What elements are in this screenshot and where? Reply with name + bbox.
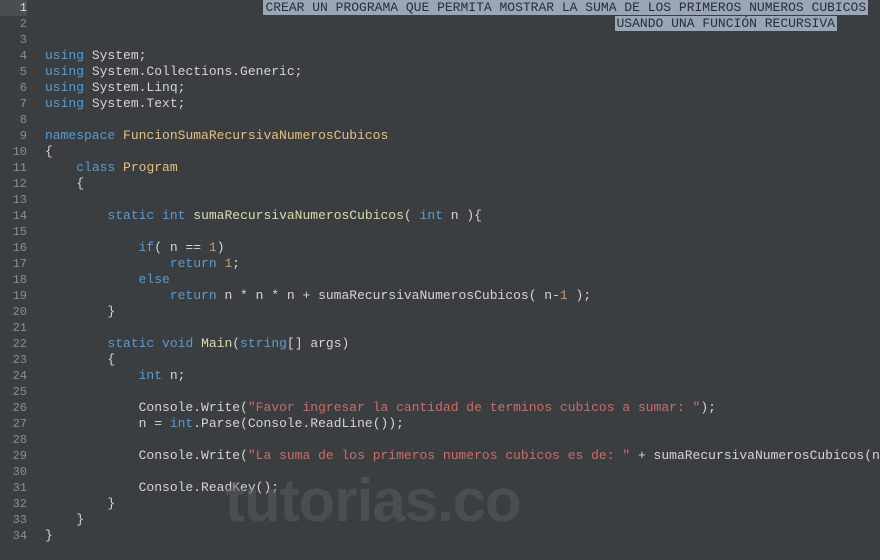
line-number: 22 xyxy=(0,336,27,352)
line-number: 24 xyxy=(0,368,27,384)
line-number: 3 xyxy=(0,32,27,48)
selected-text: CREAR UN PROGRAMA QUE PERMITA MOSTRAR LA… xyxy=(263,0,868,15)
code-line[interactable] xyxy=(45,464,880,480)
code-line[interactable]: return n * n * n + sumaRecursivaNumerosC… xyxy=(45,288,880,304)
line-number: 9 xyxy=(0,128,27,144)
code-line[interactable]: } xyxy=(45,304,880,320)
line-number: 18 xyxy=(0,272,27,288)
line-number: 19 xyxy=(0,288,27,304)
line-number: 7 xyxy=(0,96,27,112)
code-line[interactable]: Console.Write("Favor ingresar la cantida… xyxy=(45,400,880,416)
code-line[interactable]: CREAR UN PROGRAMA QUE PERMITA MOSTRAR LA… xyxy=(45,0,880,16)
code-editor[interactable]: 1 2 3 4 5 6 7 8 9 10 11 12 13 14 15 16 1… xyxy=(0,0,880,560)
code-line[interactable]: using System.Collections.Generic; xyxy=(45,64,880,80)
code-line[interactable] xyxy=(45,112,880,128)
code-line[interactable]: class Program xyxy=(45,160,880,176)
code-line[interactable]: if( n == 1) xyxy=(45,240,880,256)
line-number: 29 xyxy=(0,448,27,464)
line-number: 27 xyxy=(0,416,27,432)
line-number: 21 xyxy=(0,320,27,336)
line-number: 13 xyxy=(0,192,27,208)
code-line[interactable]: { xyxy=(45,144,880,160)
line-number: 16 xyxy=(0,240,27,256)
code-line[interactable]: USANDO UNA FUNCIÓN RECURSIVA xyxy=(45,16,880,32)
code-line[interactable] xyxy=(45,192,880,208)
selected-text: USANDO UNA FUNCIÓN RECURSIVA xyxy=(615,16,837,31)
line-number: 12 xyxy=(0,176,27,192)
code-line[interactable] xyxy=(45,432,880,448)
line-number: 4 xyxy=(0,48,27,64)
line-number: 34 xyxy=(0,528,27,544)
line-number: 14 xyxy=(0,208,27,224)
line-number: 1 xyxy=(0,0,27,16)
code-line[interactable]: } xyxy=(45,528,880,544)
line-number: 25 xyxy=(0,384,27,400)
code-content[interactable]: CREAR UN PROGRAMA QUE PERMITA MOSTRAR LA… xyxy=(35,0,880,560)
code-line[interactable]: static int sumaRecursivaNumerosCubicos( … xyxy=(45,208,880,224)
line-number: 20 xyxy=(0,304,27,320)
line-number: 2 xyxy=(0,16,27,32)
code-line[interactable]: n = int.Parse(Console.ReadLine()); xyxy=(45,416,880,432)
code-line[interactable]: else xyxy=(45,272,880,288)
line-number: 10 xyxy=(0,144,27,160)
code-line[interactable]: namespace FuncionSumaRecursivaNumerosCub… xyxy=(45,128,880,144)
line-number: 11 xyxy=(0,160,27,176)
code-line[interactable] xyxy=(45,320,880,336)
line-gutter: 1 2 3 4 5 6 7 8 9 10 11 12 13 14 15 16 1… xyxy=(0,0,35,560)
line-number: 8 xyxy=(0,112,27,128)
code-line[interactable]: static void Main(string[] args) xyxy=(45,336,880,352)
line-number: 5 xyxy=(0,64,27,80)
code-line[interactable]: } xyxy=(45,496,880,512)
code-line[interactable]: Console.ReadKey(); xyxy=(45,480,880,496)
line-number: 31 xyxy=(0,480,27,496)
code-line[interactable]: } xyxy=(45,512,880,528)
code-line[interactable]: return 1; xyxy=(45,256,880,272)
code-line[interactable]: { xyxy=(45,352,880,368)
code-line[interactable]: using System.Linq; xyxy=(45,80,880,96)
code-line[interactable]: using System.Text; xyxy=(45,96,880,112)
code-line[interactable]: Console.Write("La suma de los primeros n… xyxy=(45,448,880,464)
code-line[interactable] xyxy=(45,224,880,240)
line-number: 28 xyxy=(0,432,27,448)
line-number: 26 xyxy=(0,400,27,416)
line-number: 6 xyxy=(0,80,27,96)
line-number: 30 xyxy=(0,464,27,480)
line-number: 32 xyxy=(0,496,27,512)
code-line[interactable] xyxy=(45,32,880,48)
code-line[interactable] xyxy=(45,384,880,400)
code-line[interactable]: int n; xyxy=(45,368,880,384)
line-number: 33 xyxy=(0,512,27,528)
code-line[interactable]: { xyxy=(45,176,880,192)
code-line[interactable]: using System; xyxy=(45,48,880,64)
line-number: 15 xyxy=(0,224,27,240)
line-number: 23 xyxy=(0,352,27,368)
line-number: 17 xyxy=(0,256,27,272)
